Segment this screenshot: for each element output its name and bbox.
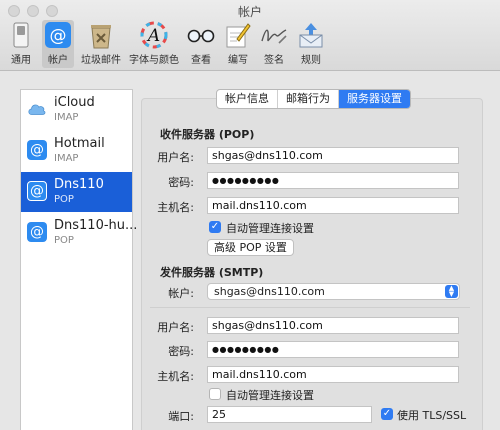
toolbar-signatures[interactable]: 签名 [258,20,290,68]
pencil-paper-icon [223,20,253,50]
svg-text:A: A [146,26,160,46]
outgoing-auto-manage-label: 自动管理连接设置 [226,389,314,402]
outgoing-account-value: shgas@dns110.com [214,285,325,298]
tab-server-settings[interactable]: 服务器设置 [339,90,410,108]
outgoing-auto-manage-checkbox[interactable] [209,388,221,400]
at-sign-icon: @ [43,20,73,50]
advanced-pop-settings-button[interactable]: 高级 POP 设置 [207,239,294,256]
toolbar-rules[interactable]: 规则 [295,20,327,68]
toolbar-junk-mail[interactable]: 垃圾邮件 [78,20,124,68]
toolbar-fonts-colors-label: 字体与颜色 [129,55,179,66]
incoming-server-heading: 收件服务器 (POP) [160,128,255,141]
account-type: IMAP [54,153,79,164]
account-item-dns110[interactable]: @ Dns110 POP [21,172,132,212]
svg-text:@: @ [50,26,67,46]
incoming-auto-manage-checkbox[interactable]: ✓ [209,221,221,233]
window-titlebar: 帐户 通用 @ 帐户 垃圾邮件 A 字体与颜色 查看 编写 签名 规则 [0,0,500,71]
glasses-icon [186,20,216,50]
window-title: 帐户 [237,5,262,19]
account-name: Hotmail [54,136,105,151]
color-font-icon: A [139,20,169,50]
outgoing-username-field[interactable]: shgas@dns110.com [207,317,459,334]
toolbar-junk-mail-label: 垃圾邮件 [81,55,121,66]
toolbar-general[interactable]: 通用 [6,20,36,68]
use-tls-ssl-checkbox[interactable]: ✓ [381,408,393,420]
outgoing-server-heading: 发件服务器 (SMTP) [160,266,264,279]
incoming-host-field[interactable]: mail.dns110.com [207,197,459,214]
incoming-auto-manage-label: 自动管理连接设置 [226,222,314,235]
outgoing-account-label: 帐户: [168,287,194,300]
signature-icon [259,20,289,50]
toolbar-composing[interactable]: 编写 [222,20,254,68]
toolbar-signatures-label: 签名 [264,55,284,66]
outgoing-port-field[interactable]: 25 [207,406,372,423]
outgoing-account-select[interactable]: shgas@dns110.com ▲ ▼ [207,283,460,300]
switch-icon [6,20,36,50]
toolbar-accounts[interactable]: @ 帐户 [42,20,74,68]
outgoing-host-label: 主机名: [157,370,194,383]
incoming-password-label: 密码: [168,176,194,189]
incoming-username-label: 用户名: [157,151,194,164]
settings-tabs: 帐户信息 邮箱行为 服务器设置 [216,89,411,109]
toolbar-general-label: 通用 [11,55,31,66]
toolbar-viewing-label: 查看 [191,55,211,66]
toolbar-composing-label: 编写 [228,55,248,66]
outgoing-username-label: 用户名: [157,321,194,334]
trash-bin-icon [86,20,116,50]
account-item-hotmail[interactable]: @ Hotmail IMAP [21,131,132,171]
account-item-icloud[interactable]: iCloud IMAP [21,90,132,130]
account-name: iCloud [54,95,95,110]
tab-account-info[interactable]: 帐户信息 [217,90,278,108]
toolbar-accounts-label: 帐户 [48,55,68,66]
at-sign-icon: @ [27,181,47,201]
account-type: POP [54,194,74,205]
use-tls-ssl-label: 使用 TLS/SSL [397,409,467,422]
account-item-dns110-hu[interactable]: @ Dns110-hu... POP [21,213,137,253]
rules-envelope-icon [296,20,326,50]
chevron-updown-icon: ▲ ▼ [445,285,458,298]
toolbar-rules-label: 规则 [301,55,321,66]
accounts-list[interactable]: iCloud IMAP @ Hotmail IMAP @ Dns110 POP … [20,89,137,430]
outgoing-password-label: 密码: [168,345,194,358]
preferences-content: iCloud IMAP @ Hotmail IMAP @ Dns110 POP … [0,71,500,430]
tab-mailbox-behaviors[interactable]: 邮箱行为 [278,90,339,108]
account-type: POP [54,235,74,246]
toolbar-viewing[interactable]: 查看 [186,20,216,68]
at-sign-icon: @ [27,140,47,160]
incoming-host-label: 主机名: [157,201,194,214]
cloud-icon [27,99,47,119]
account-type: IMAP [54,112,79,123]
outgoing-host-field[interactable]: mail.dns110.com [207,366,459,383]
toolbar-fonts-colors[interactable]: A 字体与颜色 [126,20,182,68]
incoming-password-field[interactable]: ●●●●●●●●● [207,172,459,189]
section-divider [150,307,470,308]
account-name: Dns110-hu... [54,218,138,233]
account-name: Dns110 [54,177,104,192]
incoming-username-field[interactable]: shgas@dns110.com [207,147,459,164]
at-sign-icon: @ [27,222,47,242]
outgoing-password-field[interactable]: ●●●●●●●●● [207,341,459,358]
outgoing-port-label: 端口: [168,410,194,423]
